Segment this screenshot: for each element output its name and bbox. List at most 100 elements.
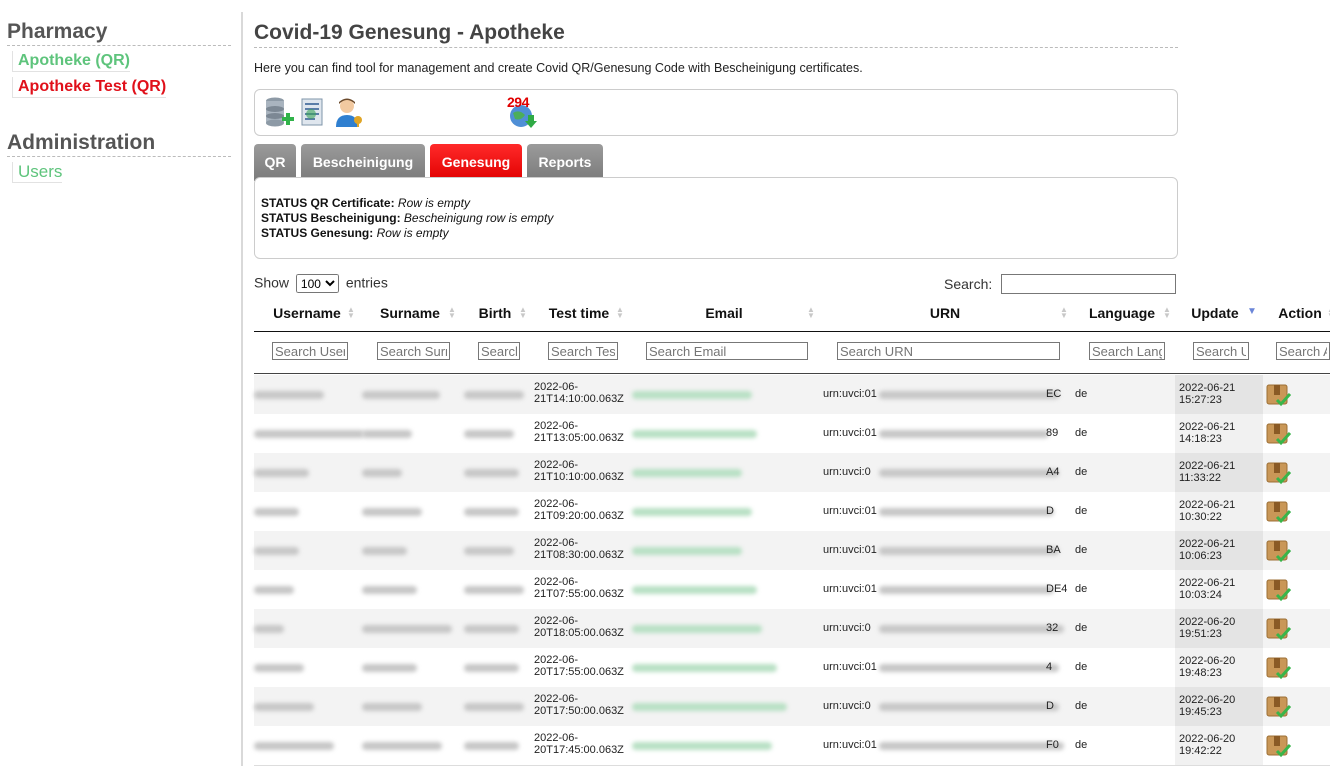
sort-icon-email[interactable]: ▲ ▼: [807, 306, 815, 320]
urn-prefix: urn:uvci:01: [823, 661, 877, 673]
column-header-birth[interactable]: Birth: [470, 305, 520, 321]
filter-input-language[interactable]: [1089, 342, 1165, 360]
language-cell: de: [1075, 661, 1088, 673]
column-header-urn[interactable]: URN: [830, 305, 1060, 321]
sidebar-link-users[interactable]: Users: [12, 162, 63, 183]
column-header-test-time[interactable]: Test time: [540, 305, 618, 321]
test-time-date: 2022-06-: [534, 420, 579, 432]
column-header-language[interactable]: Language: [1082, 305, 1162, 321]
column-header-surname[interactable]: Surname: [370, 305, 450, 321]
column-header-username[interactable]: Username: [262, 305, 352, 321]
update-cell: 2022-06-21 10:03:24: [1179, 577, 1235, 601]
test-time-value: 20T17:45:00.063Z: [534, 744, 624, 756]
package-check-icon[interactable]: [1265, 655, 1291, 680]
birth-cell: [464, 742, 519, 750]
filter-input-email[interactable]: [646, 342, 808, 360]
user-key-icon[interactable]: [333, 95, 365, 129]
username-cell: [254, 469, 309, 477]
urn-cell: [879, 742, 1064, 750]
test-time-cell: 2022-06- 21T14:10:00.063Z: [534, 381, 624, 405]
tab-reports[interactable]: Reports: [527, 144, 603, 181]
package-check-icon[interactable]: [1265, 499, 1291, 524]
table-row[interactable]: 2022-06- 20T18:05:00.063Z urn:uvci:0 32 de 20…: [254, 609, 1330, 649]
language-cell: de: [1075, 700, 1088, 712]
update-time: 11:33:22: [1179, 472, 1222, 484]
update-time: 19:45:23: [1179, 706, 1222, 718]
filter-input-username[interactable]: [272, 342, 348, 360]
language-cell: de: [1075, 505, 1088, 517]
urn-cell: [879, 586, 1054, 594]
sort-icon-update[interactable]: ▼: [1247, 307, 1257, 317]
surname-cell: [362, 469, 402, 477]
filter-input-birth[interactable]: [478, 342, 520, 360]
filter-input-surname[interactable]: [377, 342, 450, 360]
surname-cell: [362, 547, 407, 555]
tab-qr[interactable]: QR: [254, 144, 296, 181]
header-divider: [254, 331, 1330, 332]
urn-suffix: EC: [1046, 388, 1062, 400]
package-check-icon[interactable]: [1265, 382, 1291, 407]
global-search-input[interactable]: [1001, 274, 1176, 294]
sort-icon-username[interactable]: ▲ ▼: [347, 306, 355, 320]
username-cell: [254, 586, 294, 594]
package-check-icon[interactable]: [1265, 694, 1291, 719]
package-check-icon[interactable]: [1265, 460, 1291, 485]
table-row[interactable]: 2022-06- 20T17:45:00.063Z urn:uvci:01 F0 de 2…: [254, 726, 1330, 766]
urn-cell: [879, 508, 1054, 516]
table-row[interactable]: 2022-06- 21T08:30:00.063Z urn:uvci:01 BA de 2…: [254, 531, 1330, 571]
package-check-icon[interactable]: [1265, 577, 1291, 602]
table-row[interactable]: 2022-06- 21T10:10:00.063Z urn:uvci:0 A4 de 20…: [254, 453, 1330, 493]
filter-input-urn[interactable]: [837, 342, 1060, 360]
birth-cell: [464, 430, 514, 438]
test-time-date: 2022-06-: [534, 459, 579, 471]
package-check-icon[interactable]: [1265, 616, 1291, 641]
entries-per-page-select[interactable]: 100: [295, 274, 339, 293]
show-label: Show: [254, 274, 290, 291]
language-cell: de: [1075, 427, 1088, 439]
sort-icon-surname[interactable]: ▲ ▼: [448, 306, 456, 320]
username-cell: [254, 547, 299, 555]
urn-prefix: urn:uvci:0: [823, 622, 871, 634]
table-row[interactable]: 2022-06- 21T09:20:00.063Z urn:uvci:01 Dde 20…: [254, 492, 1330, 532]
package-check-icon[interactable]: [1265, 538, 1291, 563]
package-check-icon[interactable]: [1265, 733, 1291, 758]
email-cell: [632, 391, 752, 399]
urn-prefix: urn:uvci:01: [823, 388, 877, 400]
sort-icon-language[interactable]: ▲ ▼: [1163, 306, 1171, 320]
update-time: 15:27:23: [1179, 394, 1222, 406]
username-cell: [254, 430, 364, 438]
update-date: 2022-06-21: [1179, 421, 1236, 433]
database-add-icon[interactable]: [263, 95, 295, 129]
table-row[interactable]: 2022-06- 20T17:50:00.063Z urn:uvci:0 Dde 202…: [254, 687, 1330, 727]
filter-divider: [254, 373, 1330, 374]
email-cell: [632, 469, 742, 477]
update-date: 2022-06-20: [1179, 655, 1236, 667]
sort-icon-birth[interactable]: ▲ ▼: [519, 306, 527, 320]
filter-input-test-time[interactable]: [548, 342, 618, 360]
email-cell: [632, 430, 757, 438]
email-cell: [632, 625, 762, 633]
package-check-icon[interactable]: [1265, 421, 1291, 446]
update-cell: 2022-06-21 10:30:22: [1179, 499, 1235, 523]
column-header-email[interactable]: Email: [640, 305, 808, 321]
surname-cell: [362, 703, 422, 711]
column-header-update[interactable]: Update: [1182, 305, 1248, 321]
sidebar-link-apotheke-qr[interactable]: Apotheke (QR): [12, 51, 130, 72]
sort-icon-urn[interactable]: ▲ ▼: [1060, 306, 1068, 320]
surname-cell: [362, 508, 422, 516]
column-header-action[interactable]: Action: [1270, 305, 1330, 321]
table-row[interactable]: 2022-06- 21T13:05:00.063Z urn:uvci:01 89 de 2…: [254, 414, 1330, 454]
sidebar-link-apotheke-test-qr[interactable]: Apotheke Test (QR): [12, 77, 167, 98]
table-row[interactable]: 2022-06- 21T07:55:00.063Z urn:uvci:01 DE4 de…: [254, 570, 1330, 610]
filter-input-action[interactable]: [1276, 342, 1330, 360]
table-row[interactable]: 2022-06- 21T14:10:00.063Z urn:uvci:01 EC de 2…: [254, 375, 1330, 415]
surname-cell: [362, 664, 417, 672]
table-row[interactable]: 2022-06- 20T17:55:00.063Z urn:uvci:01 4 de 20…: [254, 648, 1330, 688]
urn-cell: [879, 664, 1059, 672]
tab-genesung[interactable]: Genesung: [430, 144, 522, 181]
tab-bescheinigung[interactable]: Bescheinigung: [301, 144, 425, 181]
sort-icon-test-time[interactable]: ▲ ▼: [616, 306, 624, 320]
filter-input-update[interactable]: [1193, 342, 1249, 360]
document-list-icon[interactable]: [297, 95, 329, 129]
update-cell: 2022-06-20 19:42:22: [1179, 733, 1235, 757]
